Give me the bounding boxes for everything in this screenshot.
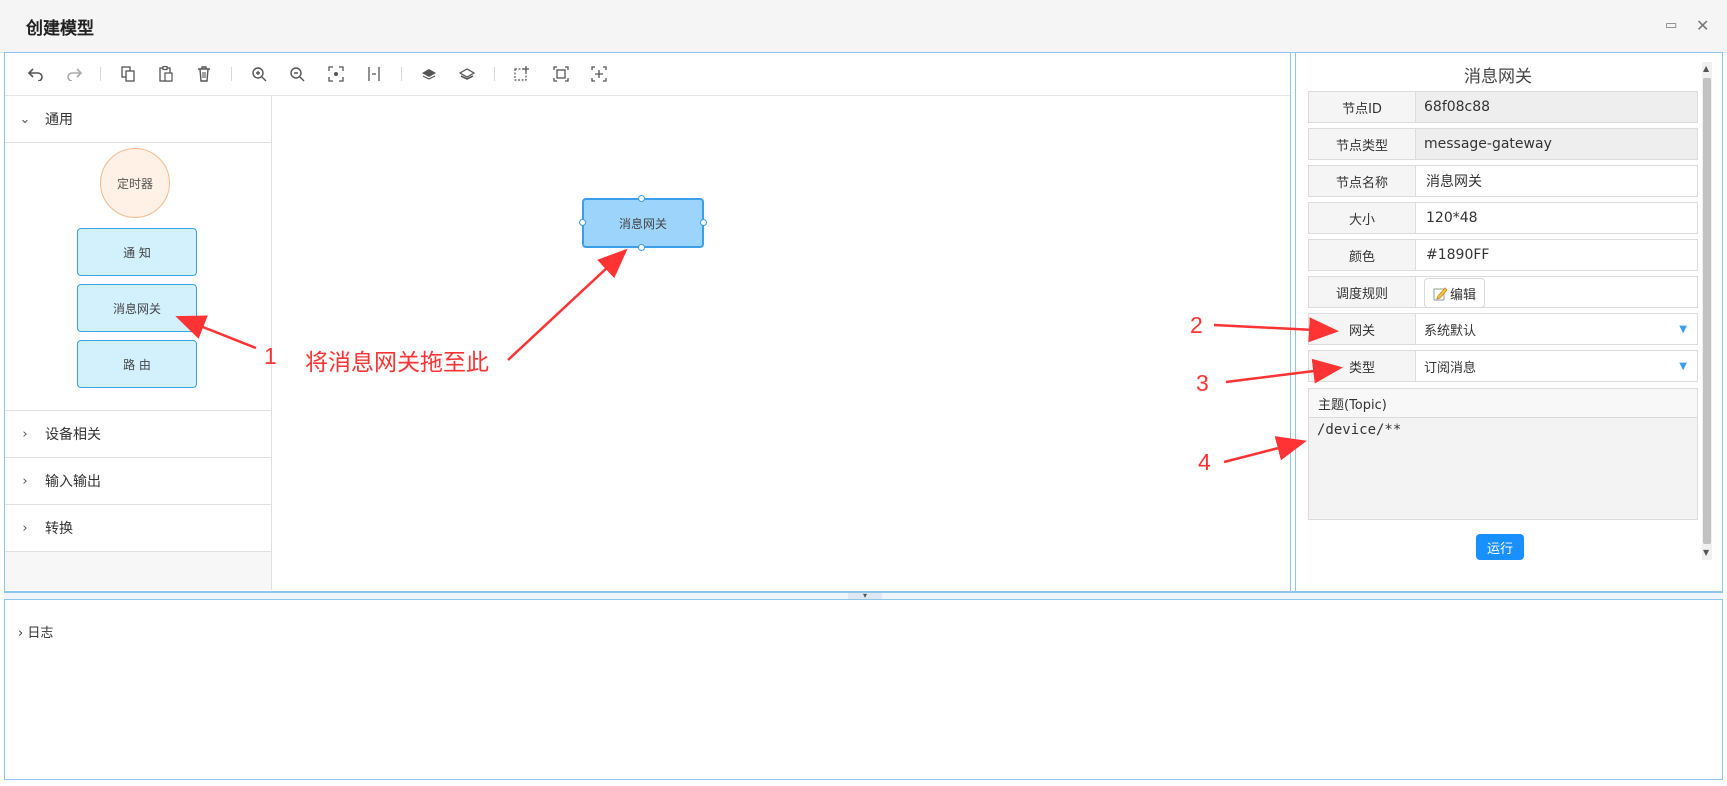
node-type-field: message-gateway [1416, 128, 1698, 160]
node-name-input[interactable] [1424, 172, 1697, 190]
annotation-instruction: 将消息网关拖至此 [305, 349, 489, 375]
palette-node-timer[interactable]: 定时器 [100, 148, 170, 218]
prop-row-node-type: 节点类型 message-gateway [1308, 128, 1698, 160]
color-field[interactable] [1416, 239, 1698, 271]
palette-footer [5, 552, 271, 590]
size-input[interactable] [1424, 209, 1697, 227]
annotation-number-1: 1 [264, 343, 277, 369]
category-label: 输入输出 [45, 474, 101, 490]
prop-row-node-name: 节点名称 [1308, 165, 1698, 197]
annotation-number-4: 4 [1198, 449, 1211, 475]
palette-node-route[interactable]: 路 由 [77, 340, 197, 388]
collapse-handle-icon[interactable]: ▾ [848, 592, 882, 600]
zoom-in-icon[interactable] [248, 63, 270, 85]
prop-row-node-id: 节点ID 68f08c88 [1308, 91, 1698, 123]
category-convert[interactable]: › 转换 [5, 505, 271, 552]
window-title-bar [0, 0, 1727, 53]
prop-label: 节点ID [1308, 91, 1416, 123]
properties-title: 消息网关 [1464, 67, 1532, 87]
edit-schedule-button[interactable]: 编辑 [1424, 278, 1486, 308]
category-device[interactable]: › 设备相关 [5, 411, 271, 458]
connection-handle-left[interactable] [579, 219, 586, 226]
chevron-right-icon: › [22, 473, 28, 489]
paste-icon[interactable] [155, 63, 177, 85]
canvas-node-message-gateway[interactable]: 消息网关 [579, 195, 707, 251]
prop-row-gateway: 网关 系统默认 ▼ [1308, 313, 1698, 345]
type-selected-value: 订阅消息 [1424, 360, 1477, 376]
undo-icon[interactable] [25, 63, 47, 85]
select-icon[interactable] [511, 63, 533, 85]
log-label: 日志 [27, 626, 54, 641]
category-label: 转换 [45, 521, 73, 537]
prop-label: 节点名称 [1308, 165, 1416, 197]
prop-row-color: 颜色 [1308, 239, 1698, 271]
prop-label: 网关 [1308, 313, 1416, 345]
log-panel [4, 600, 1723, 780]
chevron-right-icon: › [22, 426, 28, 442]
zoom-out-icon[interactable] [286, 63, 308, 85]
dropdown-caret-icon: ▼ [1679, 360, 1687, 372]
log-toggle[interactable]: › 日志 [18, 622, 53, 641]
copy-icon[interactable] [117, 63, 139, 85]
run-button[interactable]: 运行 [1476, 534, 1524, 560]
canvas-node-label: 消息网关 [618, 216, 667, 231]
gateway-selected-value: 系统默认 [1424, 323, 1477, 339]
category-label: 通用 [45, 112, 73, 128]
scrollbar-thumb[interactable] [1703, 78, 1711, 544]
prop-label: 调度规则 [1308, 276, 1416, 308]
prop-label: 大小 [1308, 202, 1416, 234]
close-icon[interactable]: ✕ [1696, 16, 1709, 35]
connection-handle-bottom[interactable] [638, 244, 645, 251]
edit-icon [1433, 286, 1448, 300]
fit-icon[interactable] [325, 63, 347, 85]
node-name-field[interactable] [1416, 165, 1698, 197]
topic-input[interactable]: /device/** [1308, 418, 1698, 520]
marquee-icon[interactable] [550, 63, 572, 85]
palette-node-notify[interactable]: 通 知 [77, 228, 197, 276]
prop-row-schedule: 调度规则 编辑 [1308, 276, 1698, 308]
chevron-down-icon: ⌄ [19, 111, 31, 127]
scroll-up-icon[interactable]: ▲ [1703, 64, 1709, 73]
prop-label: 节点类型 [1308, 128, 1416, 160]
node-id-field: 68f08c88 [1416, 91, 1698, 123]
to-back-icon[interactable] [456, 63, 478, 85]
topic-label: 主题(Topic) [1308, 388, 1698, 418]
to-front-icon[interactable] [418, 63, 440, 85]
category-label: 设备相关 [45, 427, 101, 443]
delete-icon[interactable] [193, 63, 215, 85]
connection-handle-right[interactable] [700, 219, 707, 226]
actual-size-icon[interactable] [363, 63, 385, 85]
scroll-down-icon[interactable]: ▼ [1703, 548, 1709, 557]
chevron-right-icon: › [22, 520, 28, 536]
maximize-icon[interactable]: ▭ [1665, 18, 1677, 33]
window-title: 创建模型 [26, 19, 94, 39]
category-io[interactable]: › 输入输出 [5, 458, 271, 505]
chevron-right-icon: › [18, 626, 24, 641]
connection-handle-top[interactable] [638, 195, 645, 202]
toolbar [5, 53, 1290, 96]
auto-layout-icon[interactable] [588, 63, 610, 85]
color-input[interactable] [1424, 246, 1697, 264]
annotation-number-3: 3 [1196, 370, 1209, 396]
dropdown-caret-icon: ▼ [1679, 323, 1687, 335]
redo-icon[interactable] [63, 63, 85, 85]
palette-node-message-gateway[interactable]: 消息网关 [77, 284, 197, 332]
type-select[interactable]: 订阅消息 ▼ [1416, 350, 1698, 382]
prop-row-type: 类型 订阅消息 ▼ [1308, 350, 1698, 382]
category-general[interactable]: ⌄ 通用 [5, 96, 271, 143]
prop-label: 颜色 [1308, 239, 1416, 271]
size-field[interactable] [1416, 202, 1698, 234]
annotation-number-2: 2 [1190, 312, 1203, 338]
prop-row-size: 大小 [1308, 202, 1698, 234]
gateway-select[interactable]: 系统默认 ▼ [1416, 313, 1698, 345]
prop-label: 类型 [1308, 350, 1416, 382]
edit-button-label: 编辑 [1450, 287, 1477, 303]
